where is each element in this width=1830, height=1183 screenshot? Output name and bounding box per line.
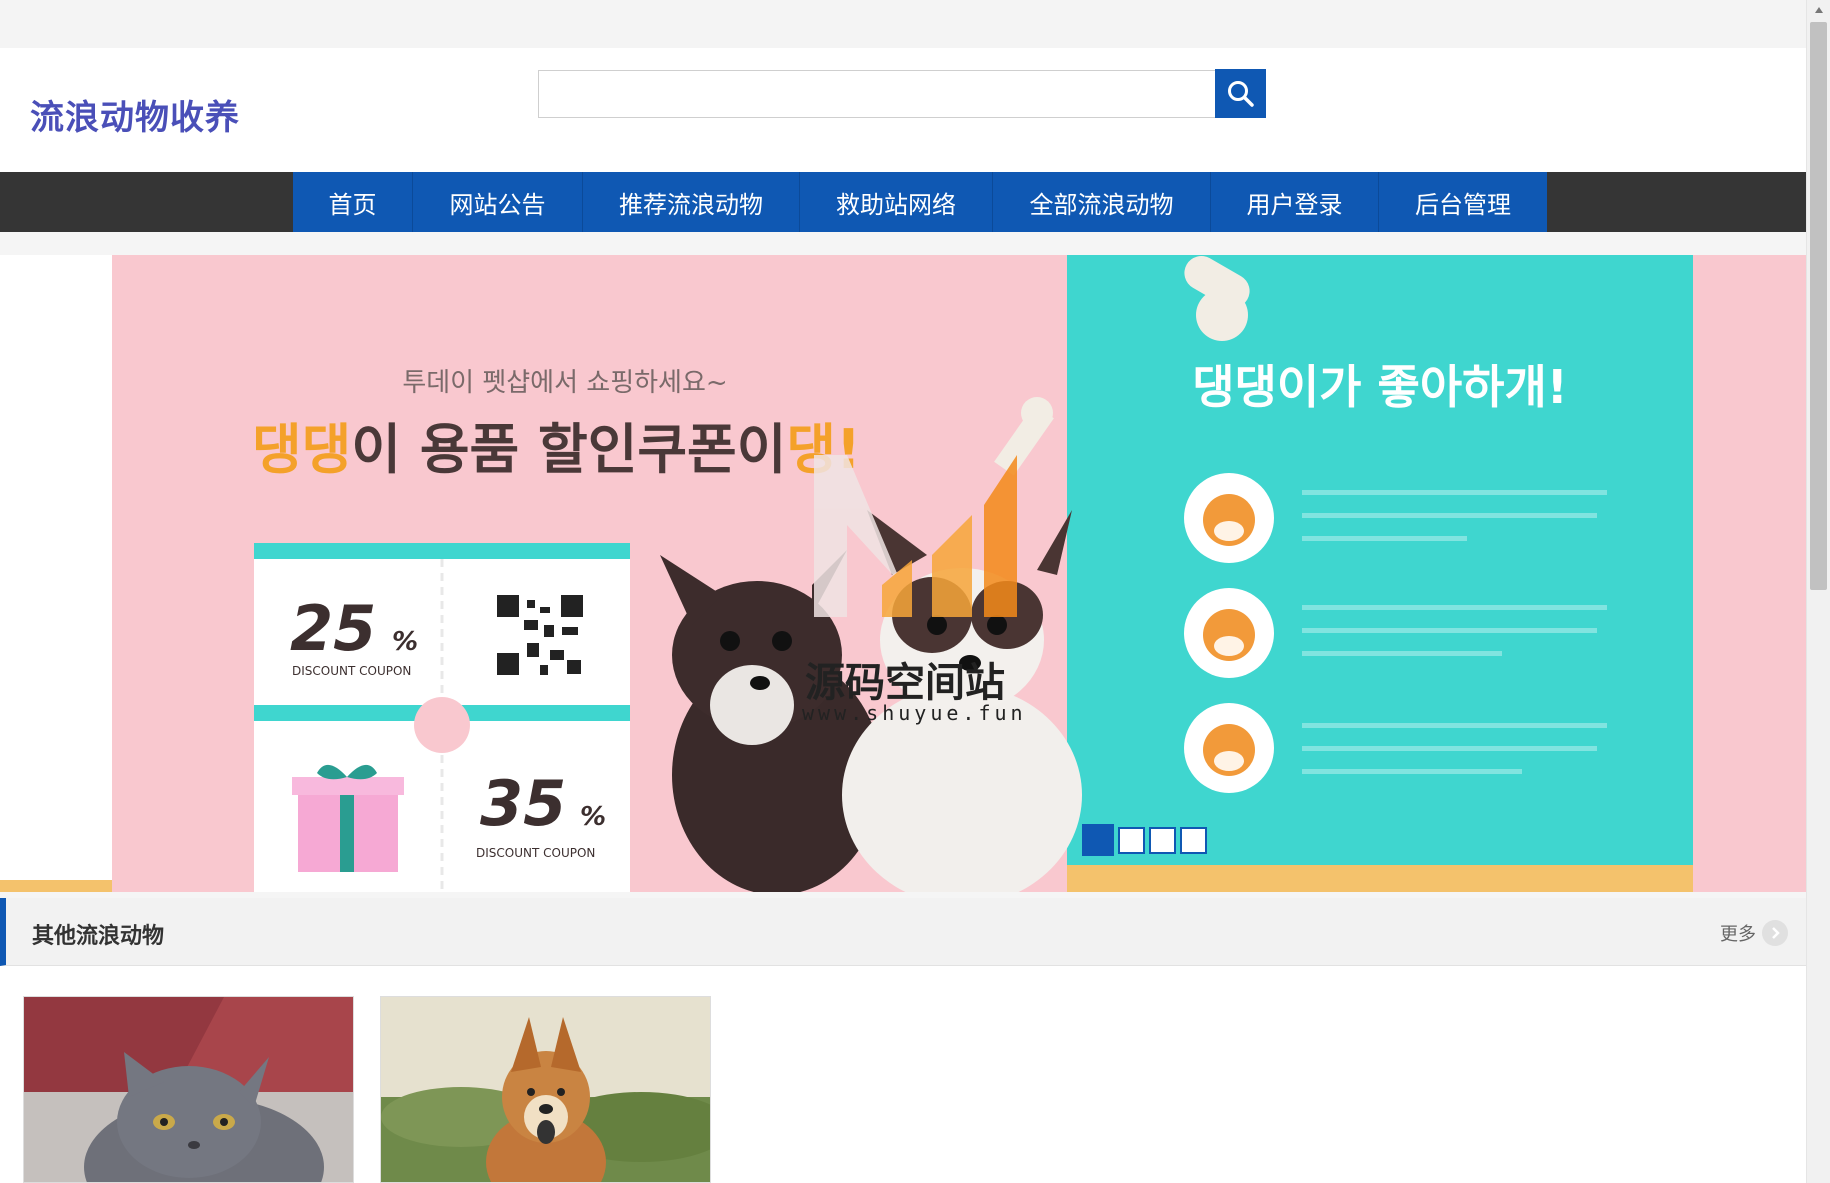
search-input[interactable] (538, 70, 1218, 118)
shiba-icon-2 (1184, 588, 1274, 678)
banner-slogan-part-b: 이 용품 할인쿠폰이 (351, 418, 786, 481)
animal-card-cat[interactable] (23, 996, 354, 1183)
nav-item-announcements[interactable]: 网站公告 (413, 172, 583, 232)
banner-slide-image: 투데이 펫샵에서 쇼핑하세요~ 댕댕이 용품 할인쿠폰이댕! 25 % DISC… (112, 255, 1806, 892)
carousel-dot-1[interactable] (1082, 824, 1114, 856)
main-nav: 首页 网站公告 推荐流浪动物 救助站网络 全部流浪动物 用户登录 后台管理 (0, 172, 1806, 232)
nav-item-all-animals[interactable]: 全部流浪动物 (993, 172, 1211, 232)
banner-right-title: 댕댕이가 좋아하개! (1192, 360, 1568, 414)
scroll-up-arrow-icon[interactable] (1807, 0, 1830, 20)
qr-code-icon (495, 593, 583, 675)
search-icon (1227, 80, 1254, 107)
nav-item-recommended-animals[interactable]: 推荐流浪动物 (583, 172, 800, 232)
nav-item-home[interactable]: 首页 (293, 172, 413, 232)
section-title: 其他流浪动物 (32, 924, 165, 949)
coupon-1-label: DISCOUNT COUPON (292, 664, 411, 678)
nav-item-user-login[interactable]: 用户登录 (1211, 172, 1379, 232)
gift-box-icon (292, 764, 404, 872)
coupon-1-value: 25 (290, 592, 376, 665)
vertical-scrollbar[interactable] (1806, 0, 1830, 1183)
page: 流浪动物收养 首页 网站公告 推荐流浪动物 救助站网络 全部流浪动物 用户登录 … (0, 0, 1806, 1183)
banner-slogan-part-a: 댕댕 (252, 418, 351, 481)
banner-slogan-small: 투데이 펫샵에서 쇼핑하세요~ (402, 368, 727, 398)
search-button[interactable] (1215, 69, 1266, 118)
banner-watermark-title: 源码空间站 (805, 660, 1005, 706)
animal-card-dog[interactable] (380, 996, 711, 1183)
coupon-2-value: 35 (480, 767, 566, 840)
carousel-dot-4[interactable] (1180, 827, 1207, 854)
shiba-icon-3 (1184, 703, 1274, 793)
other-animals-section: 其他流浪动物 更多 (0, 898, 1806, 1183)
nav-item-admin[interactable]: 后台管理 (1379, 172, 1547, 232)
scrollbar-thumb[interactable] (1810, 22, 1827, 590)
coupon-1-unit: % (392, 627, 418, 657)
site-logo[interactable]: 流浪动物收养 (30, 90, 240, 139)
carousel-dots (1082, 824, 1207, 856)
more-label: 更多 (1720, 924, 1756, 945)
header: 流浪动物收养 (0, 48, 1806, 172)
banner-carousel[interactable]: 투데이 펫샵에서 쇼핑하세요~ 댕댕이 용품 할인쿠폰이댕! 25 % DISC… (0, 255, 1806, 892)
coupon-2-unit: % (580, 802, 606, 832)
svg-text:댕댕이 용품 할인쿠폰이댕!: 댕댕이 용품 할인쿠폰이댕! (252, 418, 861, 481)
more-link[interactable]: 更多 (1720, 920, 1788, 946)
nav-item-rescue-network[interactable]: 救助站网络 (800, 172, 993, 232)
banner-watermark-url: www.shuyue.fun (802, 701, 1027, 725)
shiba-icon-1 (1184, 473, 1274, 563)
top-strip (0, 0, 1806, 48)
carousel-dot-2[interactable] (1118, 827, 1145, 854)
dog-photo (381, 997, 710, 1182)
coupon-card: 25 % DISCOUNT COUPON 35 % DISCOUNT COUPO… (254, 543, 630, 892)
coupon-2-label: DISCOUNT COUPON (476, 846, 595, 860)
section-header: 其他流浪动物 更多 (0, 898, 1806, 966)
chevron-right-icon (1762, 920, 1788, 946)
cat-photo (24, 997, 353, 1182)
carousel-dot-3[interactable] (1149, 827, 1176, 854)
